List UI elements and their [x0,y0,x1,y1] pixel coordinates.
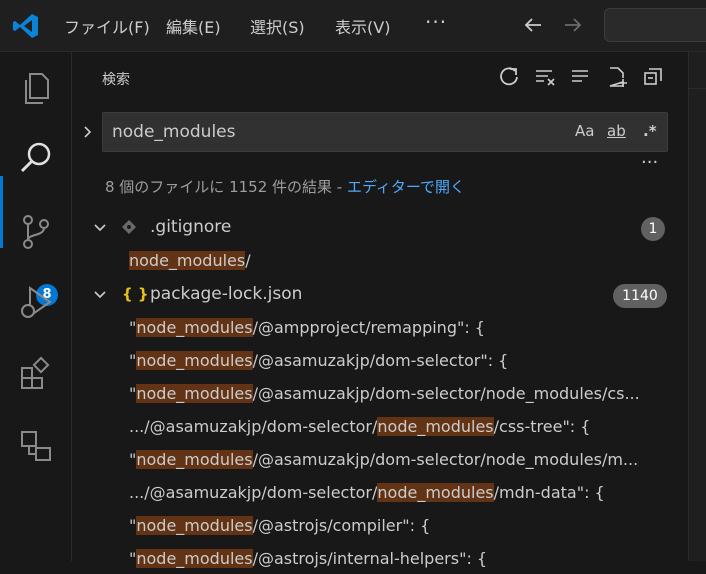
match-whole-word-toggle[interactable]: ab [607,122,626,140]
match-line[interactable]: "node_modules/@astrojs/internal-helpers"… [129,544,487,574]
match-line[interactable]: "node_modules/@astrojs/compiler": { [129,511,430,541]
match-highlight: node_modules [136,318,253,337]
match-highlight: node_modules [129,251,246,270]
search-box: Aa ab .* [102,112,668,152]
match-count-badge: 1140 [613,284,667,308]
match-line[interactable]: .../@asamuzakjp/dom-selector/node_module… [129,412,590,442]
search-icon[interactable] [16,138,56,178]
match-line[interactable]: "node_modules/@asamuzakjp/dom-selector/n… [129,379,640,409]
chevron-down-icon[interactable] [92,220,108,236]
file-name: .gitignore [150,217,232,237]
explorer-icon[interactable] [16,68,56,108]
match-suffix: /@ampproject/remapping": { [252,318,485,337]
open-in-editor-link[interactable]: エディターで開く [347,178,465,196]
match-highlight: node_modules [136,384,253,403]
menu-file[interactable]: ファイル(F) [64,14,150,38]
match-highlight: node_modules [136,516,253,535]
match-suffix: /@asamuzakjp/dom-selector/node_modules/m… [252,450,639,469]
file-row-gitignore[interactable]: .gitignore 1 [72,213,688,243]
json-file-icon: { } [122,285,149,303]
file-name: package-lock.json [150,284,303,304]
match-suffix: /css-tree": { [493,417,591,436]
vscode-logo-icon [13,14,38,38]
match-line[interactable]: .../@asamuzakjp/dom-selector/node_module… [129,478,605,508]
file-row-package-lock[interactable]: { } package-lock.json 1140 [72,280,688,310]
menu-edit[interactable]: 編集(E) [166,14,221,38]
use-regex-toggle[interactable]: .* [643,122,657,140]
match-case-toggle[interactable]: Aa [575,122,594,140]
match-suffix: / [245,251,251,270]
chevron-down-icon[interactable] [92,287,108,303]
title-bar: ファイル(F) 編集(E) 選択(S) 表示(V) ··· [0,0,706,52]
match-line[interactable]: "node_modules/@asamuzakjp/dom-selector":… [129,346,508,376]
match-line[interactable]: "node_modules/@ampproject/remapping": { [129,313,485,343]
view-title: 検索 [102,72,130,88]
editor-tab-bar [689,52,706,89]
match-prefix: .../@asamuzakjp/dom-selector/ [129,483,378,502]
back-arrow-icon[interactable] [522,14,544,36]
forward-arrow-icon[interactable] [562,14,584,36]
refresh-icon[interactable] [498,66,520,88]
match-suffix: /@astrojs/internal-helpers": { [252,549,488,568]
activity-bar: 8 [0,52,72,561]
new-search-editor-icon[interactable] [606,66,628,88]
collapse-all-icon[interactable] [642,66,664,88]
match-suffix: /@asamuzakjp/dom-selector/node_modules/c… [252,384,640,403]
editor-area [688,52,706,561]
menu-more-button[interactable]: ··· [425,10,447,34]
clear-results-icon[interactable] [534,66,556,88]
source-control-icon[interactable] [16,212,56,252]
match-highlight: node_modules [136,351,253,370]
match-prefix: .../@asamuzakjp/dom-selector/ [129,417,378,436]
match-highlight: node_modules [377,483,494,502]
match-suffix: /@astrojs/compiler": { [252,516,431,535]
results-summary: 8 個のファイルに 1152 件の結果 - エディターで開く [105,176,465,197]
menu-selection[interactable]: 選択(S) [250,14,305,38]
match-highlight: node_modules [136,450,253,469]
command-center-input[interactable] [604,8,706,42]
menu-view[interactable]: 表示(V) [335,14,390,38]
remote-explorer-icon[interactable] [16,426,56,466]
match-count-badge: 1 [641,217,665,241]
search-details-toggle[interactable]: ··· [641,152,658,173]
match-suffix: /@asamuzakjp/dom-selector": { [252,351,509,370]
results-summary-text: 8 個のファイルに 1152 件の結果 - [105,178,347,196]
match-line[interactable]: "node_modules/@asamuzakjp/dom-selector/n… [129,445,638,475]
search-view: 検索 Aa ab .* ··· 8 個のファイルに 1152 件の結果 - エデ… [72,52,688,568]
match-highlight: node_modules [136,549,253,568]
git-file-icon [122,220,136,234]
active-view-indicator [0,176,3,248]
extensions-icon[interactable] [16,354,56,394]
run-debug-icon[interactable] [16,282,56,322]
match-line[interactable]: node_modules/ [129,246,251,276]
search-input[interactable] [112,113,552,151]
match-highlight: node_modules [377,417,494,436]
toggle-replace-chevron-icon[interactable] [80,124,96,140]
match-suffix: /mdn-data": { [493,483,605,502]
view-as-list-icon[interactable] [569,66,591,88]
